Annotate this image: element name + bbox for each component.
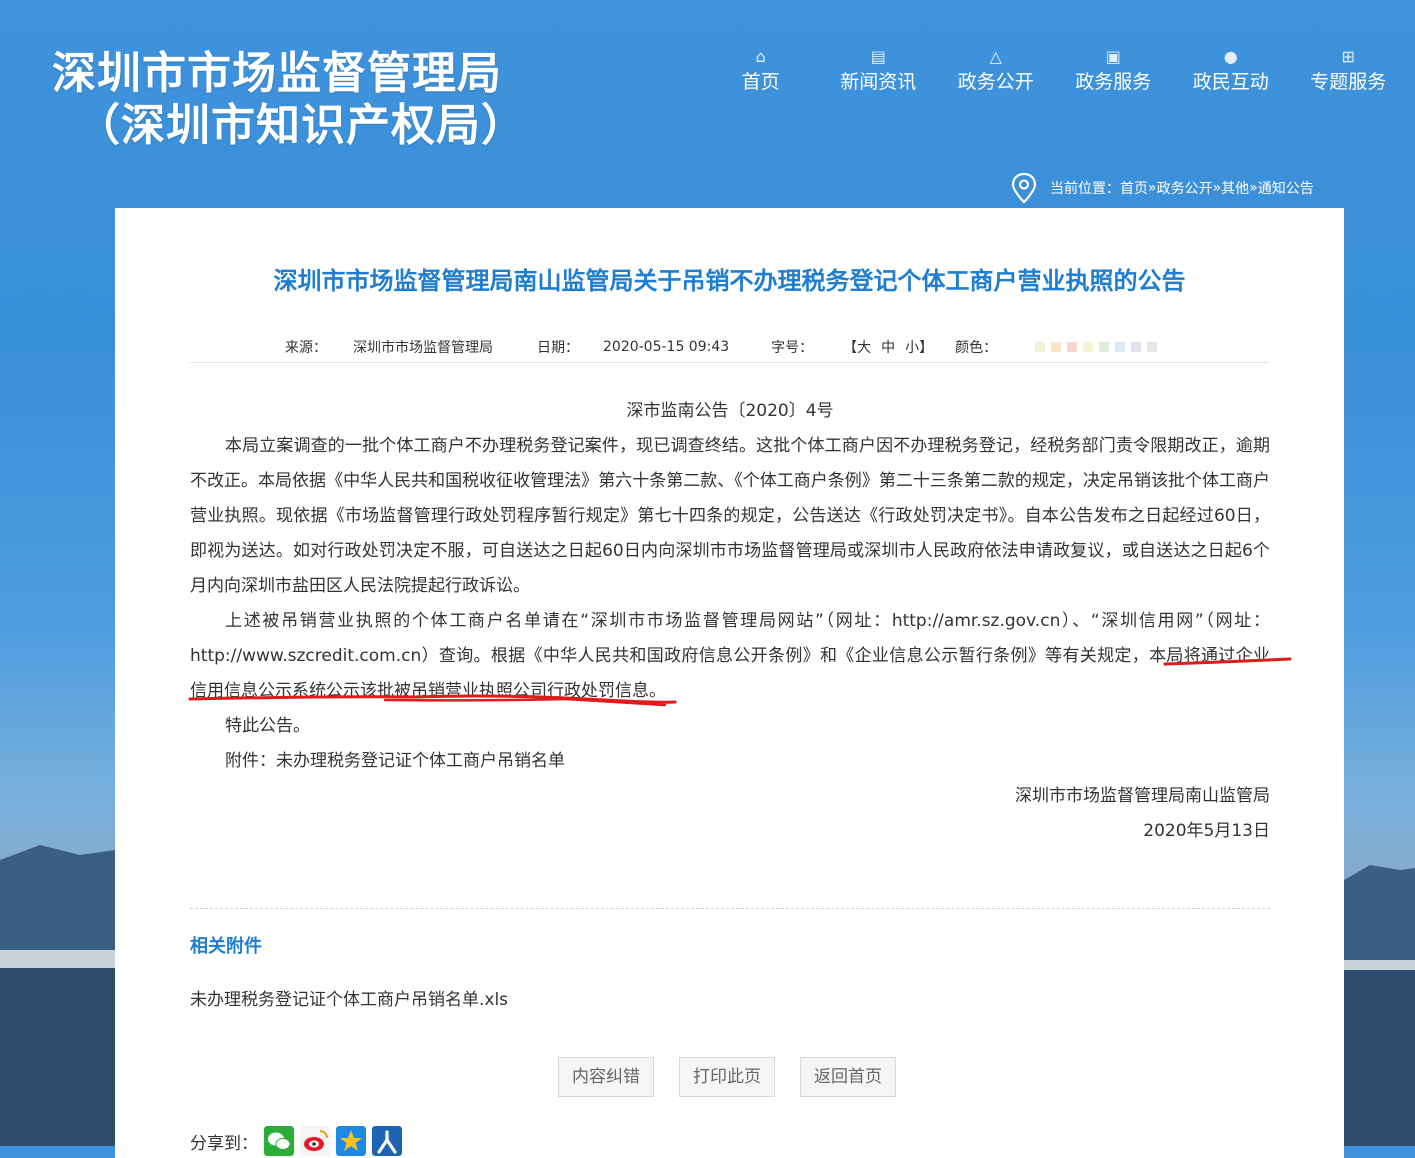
triangle-icon: △: [989, 47, 1002, 66]
color-swatch[interactable]: [1147, 342, 1158, 352]
article-title: 深圳市市场监督管理局南山监管局关于吊销不办理税务登记个体工商户营业执照的公告: [273, 267, 1186, 295]
wechat-icon[interactable]: [264, 1126, 294, 1156]
paragraph-text: 上述被吊销营业执照的个体工商户名单请在“深圳市市场监督管理局网站”（网址：htt…: [190, 611, 1270, 666]
site-title: 深圳市市场监督管理局 （深圳市知识产权局）: [52, 48, 526, 152]
nav-label: 新闻资讯: [840, 71, 917, 93]
content-panel: 深圳市市场监督管理局南山监管局关于吊销不办理税务登记个体工商户营业执照的公告 来…: [115, 208, 1344, 1158]
briefcase-icon: ▣: [1105, 47, 1121, 66]
nav-special[interactable]: ⊞ 专题服务: [1290, 44, 1408, 94]
color-label: 颜色：: [955, 340, 998, 356]
attachment-link[interactable]: 未办理税务登记证个体工商户吊销名单.xls: [190, 985, 508, 1010]
nav-interaction[interactable]: ● 政民互动: [1172, 44, 1290, 94]
nav-label: 专题服务: [1310, 71, 1387, 93]
section-divider: [190, 908, 1270, 909]
sign-date: 2020年5月13日: [1143, 821, 1270, 841]
color-swatches: [1035, 339, 1163, 355]
date-value: 2020-05-15 09:43: [603, 339, 730, 355]
font-size-label: 字号：: [771, 340, 814, 356]
nav-gov-services[interactable]: ▣ 政务服务: [1055, 44, 1173, 94]
home-icon: ⌂: [755, 47, 766, 66]
share-bar: 分享到：: [190, 1126, 402, 1156]
print-button[interactable]: 打印此页: [679, 1057, 775, 1097]
nav-label: 政民互动: [1192, 71, 1269, 93]
main-nav: ⌂ 首页 ▤ 新闻资讯 △ 政务公开 ▣ 政务服务 ● 政民互动 ⊞ 专题服务: [702, 44, 1407, 94]
breadcrumb-separator: »: [1148, 180, 1157, 196]
action-buttons: 内容纠错 打印此页 返回首页: [558, 1057, 921, 1097]
color-swatch[interactable]: [1083, 342, 1094, 352]
signature: 深圳市市场监督管理局南山监管局: [1015, 786, 1270, 806]
breadcrumb-separator: »: [1249, 180, 1258, 196]
nav-label: 政务服务: [1075, 71, 1152, 93]
breadcrumb-home[interactable]: 首页: [1120, 178, 1148, 198]
document-number: 深市监南公告〔2020〕4号: [626, 401, 834, 421]
share-label: 分享到：: [190, 1133, 258, 1154]
back-home-button[interactable]: 返回首页: [800, 1057, 896, 1097]
breadcrumb-separator: »: [1212, 180, 1222, 196]
color-swatch[interactable]: [1035, 342, 1046, 352]
color-swatch[interactable]: [1099, 342, 1110, 352]
font-size-bracket-close: 】: [919, 340, 934, 356]
nav-gov-affairs[interactable]: △ 政务公开: [937, 44, 1055, 94]
weibo-icon[interactable]: [300, 1126, 330, 1156]
breadcrumb-gov-affairs[interactable]: 政务公开: [1157, 178, 1213, 198]
location-pin-icon: [1011, 172, 1037, 204]
breadcrumb-other[interactable]: 其他: [1221, 178, 1249, 198]
nav-label: 政务公开: [957, 71, 1034, 93]
breadcrumb-notice[interactable]: 通知公告: [1258, 178, 1314, 198]
breadcrumb: 当前位置： 首页 » 政务公开 » 其他 » 通知公告: [1010, 172, 1314, 204]
article-paragraph: 上述被吊销营业执照的个体工商户名单请在“深圳市市场监督管理局网站”（网址：htt…: [190, 604, 1270, 709]
date-label: 日期：: [537, 340, 579, 356]
color-swatch[interactable]: [1067, 342, 1078, 352]
site-title-line1: 深圳市市场监督管理局: [52, 48, 502, 99]
news-icon: ▤: [870, 47, 886, 66]
grid-icon: ⊞: [1341, 47, 1355, 66]
color-swatch[interactable]: [1131, 342, 1142, 352]
renren-icon[interactable]: [372, 1126, 402, 1156]
color-swatch[interactable]: [1051, 342, 1062, 352]
article-paragraph: 特此公告。: [225, 716, 310, 736]
font-size-bracket-open: 【: [843, 340, 858, 356]
nav-home[interactable]: ⌂ 首页: [702, 44, 820, 94]
report-error-button[interactable]: 内容纠错: [558, 1057, 654, 1097]
color-swatch[interactable]: [1115, 342, 1126, 352]
article-paragraph: 本局立案调查的一批个体工商户不办理税务登记案件，现已调查终结。这批个体工商户因不…: [190, 436, 1270, 596]
chat-icon: ●: [1223, 47, 1238, 66]
nav-label: 首页: [741, 71, 780, 93]
site-title-line2: （深圳市知识产权局）: [76, 100, 526, 151]
source-value: 深圳市市场监督管理局: [353, 340, 493, 356]
breadcrumb-prefix: 当前位置：: [1050, 181, 1120, 197]
qzone-icon[interactable]: [336, 1126, 366, 1156]
paragraph-text: 。: [649, 681, 666, 701]
article-paragraph: 附件：未办理税务登记证个体工商户吊销名单: [225, 751, 565, 771]
font-size-large[interactable]: 大: [857, 337, 871, 357]
font-size-medium[interactable]: 中: [881, 337, 895, 357]
article-body: 深市监南公告〔2020〕4号 本局立案调查的一批个体工商户不办理税务登记案件，现…: [190, 394, 1270, 849]
nav-news[interactable]: ▤ 新闻资讯: [820, 44, 938, 94]
source-label: 来源：: [285, 340, 327, 356]
font-size-small[interactable]: 小: [905, 337, 919, 357]
attachments-title: 相关附件: [190, 936, 262, 957]
article-meta: 来源： 深圳市市场监督管理局 日期： 2020-05-15 09:43 字号： …: [190, 332, 1270, 363]
